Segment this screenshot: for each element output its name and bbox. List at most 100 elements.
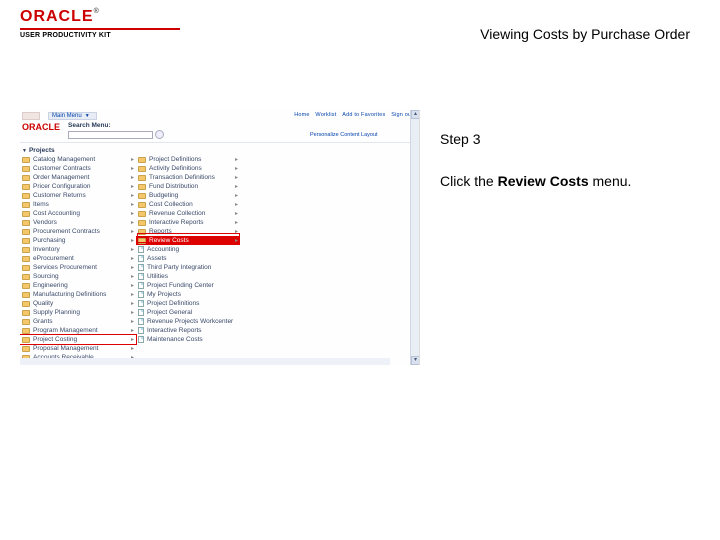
search-menu: Search Menu: [68,122,164,139]
personalize-link[interactable]: Personalize Content Layout [310,132,378,138]
menu1-item-10[interactable]: Purchasing [20,236,136,245]
menu-item-label: Vendors [33,219,129,226]
menu1-item-4[interactable]: Pricer Configuration [20,182,136,191]
menu1-item-1[interactable]: Catalog Management [20,155,136,164]
menu2-item-19[interactable]: Revenue Projects Workcenter [136,317,240,326]
search-go-button[interactable] [155,130,164,139]
menu1-item-11[interactable]: Inventory [20,245,136,254]
page-icon [138,300,144,307]
menu1-item-15[interactable]: Engineering [20,281,136,290]
folder-icon [22,247,30,253]
menu1-item-12[interactable]: eProcurement [20,254,136,263]
folder-icon [138,184,146,190]
back-button[interactable] [22,112,40,120]
menu2-item-12[interactable]: Assets [136,254,240,263]
folder-icon [22,166,30,172]
main-menu-dropdown[interactable]: Main Menu▼ [48,112,97,120]
menu2-item-15[interactable]: Project Funding Center [136,281,240,290]
menu-item-label: Transaction Definitions [149,174,233,181]
menu2-item-5[interactable]: Budgeting [136,191,240,200]
menu2-item-16[interactable]: My Projects [136,290,240,299]
menu-item-label: Customer Contracts [33,165,129,172]
menu1-item-19[interactable]: Grants [20,317,136,326]
folder-icon [138,166,146,172]
menu-item-label: Services Procurement [33,264,129,271]
folder-icon [22,256,30,262]
worklist-link[interactable]: Worklist [315,112,336,118]
menu1-item-0[interactable]: Projects [20,146,136,155]
page-icon [138,246,144,253]
submenu-arrow-icon [129,228,136,235]
menu2-item-20[interactable]: Interactive Reports [136,326,240,335]
submenu-arrow-icon [129,327,136,334]
page-icon [138,273,144,280]
menu2-item-3[interactable]: Transaction Definitions [136,173,240,182]
menu2-item-1[interactable]: Project Definitions [136,155,240,164]
submenu-arrow-icon [233,165,240,172]
menu1-item-5[interactable]: Customer Returns [20,191,136,200]
step-label: Step 3 [440,130,690,150]
menu1-item-14[interactable]: Sourcing [20,272,136,281]
chevron-down-icon [22,147,29,154]
menu1-item-8[interactable]: Vendors [20,218,136,227]
menu-item-label: Budgeting [149,192,233,199]
vertical-scrollbar[interactable]: ▴ ▾ [410,110,419,365]
menu2-item-14[interactable]: Utilities [136,272,240,281]
menu2-item-11[interactable]: Accounting [136,245,240,254]
home-link[interactable]: Home [294,112,309,118]
thumbnail-rail [20,358,390,365]
menu2-item-10[interactable]: Review Costs [136,236,240,245]
menu1-item-6[interactable]: Items [20,200,136,209]
menu1-item-21[interactable]: Project Costing [20,335,136,344]
folder-icon [22,202,30,208]
logo-subtitle: USER PRODUCTIVITY KIT [20,32,180,39]
menu1-item-16[interactable]: Manufacturing Definitions [20,290,136,299]
submenu-arrow-icon [129,237,136,244]
add-favorites-link[interactable]: Add to Favorites [342,112,385,118]
menu-item-label: Quality [33,300,129,307]
menu1-item-13[interactable]: Services Procurement [20,263,136,272]
submenu-arrow-icon [233,192,240,199]
menu2-item-4[interactable]: Fund Distribution [136,182,240,191]
menu-item-label: Third Party Integration [147,264,240,271]
folder-icon [22,184,30,190]
instruction-panel: Step 3 Click the Review Costs menu. [440,130,690,191]
menu1-item-9[interactable]: Procurement Contracts [20,227,136,236]
menu-item-label: Cost Accounting [33,210,129,217]
menu2-item-6[interactable]: Cost Collection [136,200,240,209]
page-icon [138,309,144,316]
submenu-arrow-icon [129,165,136,172]
scroll-up-icon[interactable]: ▴ [411,110,420,119]
menu2-item-17[interactable]: Project Definitions [136,299,240,308]
menu-item-label: Revenue Collection [149,210,233,217]
menu-item-label: Purchasing [33,237,129,244]
menu1-item-3[interactable]: Order Management [20,173,136,182]
menu-columns: ProjectsCatalog ManagementCustomer Contr… [20,146,240,365]
menu1-item-18[interactable]: Supply Planning [20,308,136,317]
scroll-down-icon[interactable]: ▾ [411,356,420,365]
submenu-arrow-icon [129,210,136,217]
submenu-arrow-icon [129,336,136,343]
menu2-item-2[interactable]: Activity Definitions [136,164,240,173]
menu2-item-8[interactable]: Interactive Reports [136,218,240,227]
menu1-item-7[interactable]: Cost Accounting [20,209,136,218]
folder-icon [22,175,30,181]
menu2-item-13[interactable]: Third Party Integration [136,263,240,272]
menu1-item-2[interactable]: Customer Contracts [20,164,136,173]
folder-icon [22,220,30,226]
folder-icon [22,319,30,325]
folder-icon [138,229,146,235]
submenu-arrow-icon [233,174,240,181]
menu2-item-21[interactable]: Maintenance Costs [136,335,240,344]
menu2-item-18[interactable]: Project General [136,308,240,317]
search-input[interactable] [68,131,153,139]
page-icon [138,327,144,334]
menu1-item-22[interactable]: Proposal Management [20,344,136,353]
menu1-item-17[interactable]: Quality [20,299,136,308]
menu2-item-0 [136,146,240,155]
instruction-post: menu. [589,173,632,189]
menu2-item-7[interactable]: Revenue Collection [136,209,240,218]
menu1-item-20[interactable]: Program Management [20,326,136,335]
menu2-item-9[interactable]: Reports [136,227,240,236]
menu-item-label: Supply Planning [33,309,129,316]
